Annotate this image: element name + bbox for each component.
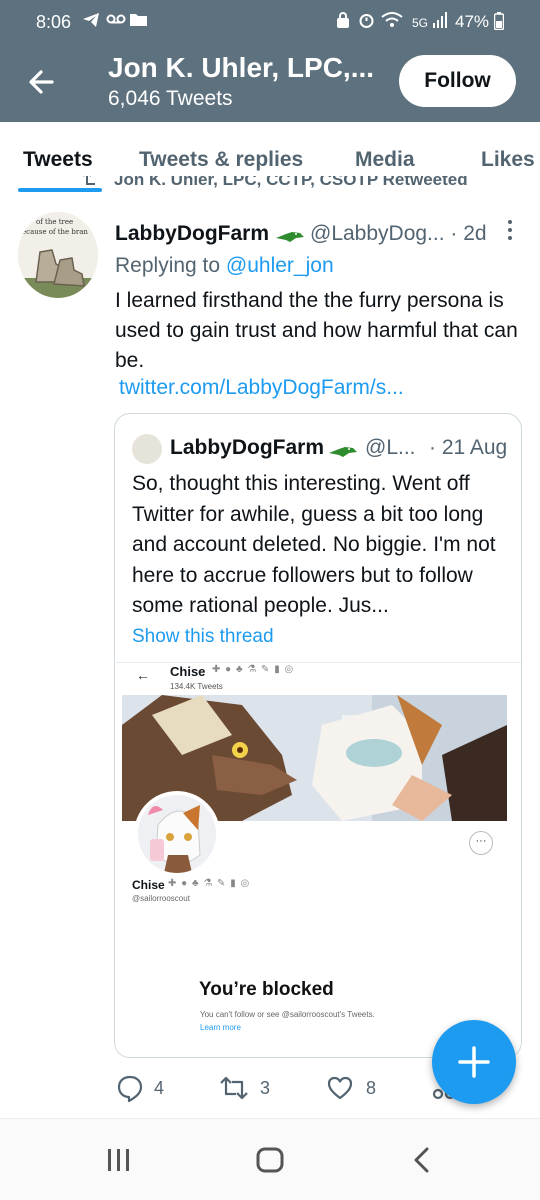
tab-tweets[interactable]: Tweets <box>23 148 93 172</box>
tweet-link[interactable]: twitter.com/LabbyDogFarm/s... <box>119 376 404 400</box>
quoted-tweet-card[interactable]: LabbyDogFarm @L... · 21 Aug So, thought … <box>114 413 522 1058</box>
tab-tweets-and-replies[interactable]: Tweets & replies <box>139 148 303 172</box>
tab-likes[interactable]: Likes <box>481 148 535 172</box>
reply-count: 4 <box>154 1078 165 1098</box>
plus-icon <box>458 1046 490 1078</box>
quoted-avatar <box>132 434 162 464</box>
tab-media[interactable]: Media <box>355 148 415 172</box>
replying-to-link[interactable]: @uhler_jon <box>226 254 334 277</box>
like-action[interactable]: 8 <box>326 1074 386 1104</box>
embedded-emoji-row-2: ✚ ● ♣ ⚗ ✎ ▮ ◎ <box>168 878 251 889</box>
heart-icon <box>327 1076 353 1100</box>
lock-icon <box>336 12 350 32</box>
retweet-icon <box>83 176 95 185</box>
quoted-text: So, thought this interesting. Went off T… <box>132 472 496 617</box>
show-thread-link[interactable]: Show this thread <box>132 626 274 648</box>
replying-to-prefix: Replying to <box>115 254 226 277</box>
retweet-icon <box>220 1076 248 1100</box>
retweet-context: Jon K. Uhler, LPC, CCTP, CSOTP Retweeted <box>80 176 520 194</box>
folder-icon <box>130 12 147 30</box>
telegram-icon <box>82 12 100 32</box>
alarm-icon <box>358 12 375 33</box>
battery-icon <box>493 12 505 34</box>
follow-button[interactable]: Follow <box>399 55 516 107</box>
svg-text:ecause of the bran: ecause of the bran <box>22 228 88 236</box>
learn-more-link: Learn more <box>200 1023 241 1032</box>
blocked-title: You’re blocked <box>199 979 334 1000</box>
embedded-profile-name: Chise <box>170 664 206 679</box>
quoted-time: · 21 Aug <box>429 436 508 459</box>
more-options-icon[interactable] <box>504 218 516 242</box>
system-navigation-bar <box>0 1118 540 1200</box>
tweet-text: I learned firsthand the the furry person… <box>115 289 518 372</box>
compose-tweet-button[interactable] <box>432 1020 516 1104</box>
embedded-tweet-count: 134.4K Tweets <box>170 682 223 691</box>
crocodile-icon <box>329 443 357 464</box>
back-arrow-icon[interactable] <box>22 62 62 102</box>
crocodile-icon <box>276 228 304 249</box>
signal-icon <box>432 12 448 32</box>
embedded-handle: @sailorrooscout <box>132 894 190 903</box>
home-icon[interactable] <box>250 1145 290 1175</box>
embedded-emoji-row: ✚ ● ♣ ⚗ ✎ ▮ ◎ <box>212 664 295 675</box>
quoted-author-name: LabbyDogFarm <box>170 436 325 459</box>
embedded-profile-name-2: Chise <box>132 878 165 892</box>
embedded-screenshot-image[interactable]: ← Chise ✚ ● ♣ ⚗ ✎ ▮ ◎ 134.4K Tweets ··· … <box>116 662 521 1057</box>
profile-name: Jon K. Uhler, LPC,... <box>108 52 375 83</box>
status-time: 8:06 <box>36 12 72 32</box>
like-count: 8 <box>366 1078 377 1098</box>
voicemail-icon <box>106 12 126 29</box>
reply-action[interactable]: 4 <box>116 1074 176 1104</box>
retweet-count: 3 <box>260 1078 271 1098</box>
reply-icon <box>117 1075 143 1102</box>
replying-to: Replying to @uhler_jon <box>115 254 334 278</box>
profile-header: 8:06 5G 47% Jon K. Uhler, LPC,... 6,046 … <box>0 0 540 122</box>
back-icon[interactable] <box>403 1145 443 1175</box>
quoted-handle: @L... <box>365 436 416 459</box>
embedded-avatar <box>134 791 220 877</box>
tweet-count: 6,046 Tweets <box>108 87 233 110</box>
status-bar: 8:06 5G 47% <box>0 0 540 46</box>
blocked-subtitle: You can't follow or see @sailorrooscout'… <box>200 1010 375 1019</box>
retweet-action[interactable]: 3 <box>218 1074 278 1104</box>
svg-text:of the tree: of the tree <box>36 218 73 226</box>
wifi-icon <box>381 12 403 32</box>
tweet-handle-time[interactable]: @LabbyDog... · 2d <box>310 222 487 246</box>
embedded-more-icon: ··· <box>469 831 493 855</box>
recent-apps-icon[interactable] <box>99 1145 139 1175</box>
embedded-back-arrow-icon: ← <box>136 667 150 683</box>
retweet-context-text: Jon K. Uhler, LPC, CCTP, CSOTP Retweeted <box>114 176 468 189</box>
tweet-author-name[interactable]: LabbyDogFarm <box>115 222 269 246</box>
battery-percent: 47% <box>455 12 490 31</box>
avatar[interactable]: of the tree ecause of the bran <box>18 212 98 298</box>
network-type: 5G <box>412 16 429 30</box>
